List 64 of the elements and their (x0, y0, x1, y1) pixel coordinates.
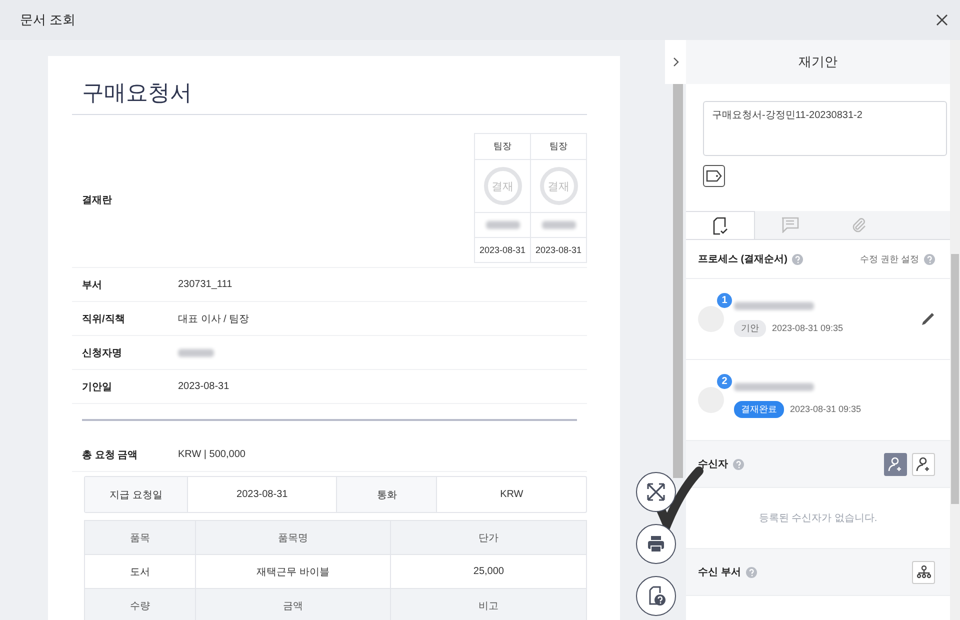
step-number: 2 (717, 374, 732, 389)
avatar-icon (698, 387, 724, 413)
table-cell: 품목 (85, 521, 195, 555)
step-time: 2023-08-31 09:35 (772, 323, 844, 333)
document-tab[interactable] (686, 211, 755, 239)
field-label: 결재란 (82, 194, 113, 207)
field-value: 2023-08-31 (178, 381, 230, 392)
table-cell: 품목명 (194, 521, 390, 555)
panel-title: 재기안 (798, 53, 838, 71)
add-person-icon (916, 456, 932, 472)
table-cell: KRW (436, 477, 586, 512)
table-cell: 비고 (390, 589, 586, 620)
document-check-icon (712, 216, 728, 234)
org-chart-icon (916, 565, 930, 579)
chevron-right-icon (672, 57, 678, 67)
pencil-icon[interactable] (921, 312, 935, 326)
approver-role: 팀장 (531, 134, 586, 160)
printer-icon (646, 534, 666, 554)
add-person-button[interactable] (912, 452, 935, 476)
redacted-name (486, 221, 520, 229)
section-title: 수신 부서 (698, 566, 741, 579)
status-badge: 결재완료 (734, 400, 784, 418)
table-cell: 단가 (390, 521, 586, 555)
expand-button[interactable] (636, 472, 676, 512)
field-label: 직위/직책 (82, 312, 126, 326)
empty-message: 등록된 수신자가 없습니다. (758, 512, 878, 525)
comment-icon (780, 217, 798, 233)
field-label: 총 요청 금액 (82, 448, 139, 462)
avatar-icon (698, 306, 724, 332)
close-icon[interactable] (936, 14, 948, 26)
table-cell: 수량 (85, 589, 195, 620)
permission-setting-link[interactable]: 수정 권한 설정 (860, 252, 919, 266)
table-cell: 지급 요청일 (85, 477, 187, 512)
field-value: 대표 이사 / 팀장 (178, 312, 250, 326)
document-title: 구매요청서 (72, 74, 587, 115)
expand-icon (646, 482, 666, 502)
section-title: 프로세스 (결재순서) (698, 253, 788, 266)
tag-button[interactable] (703, 165, 725, 187)
approval-stamp: 결재 (540, 167, 578, 205)
field-label: 부서 (82, 278, 103, 292)
status-badge: 기안 (734, 320, 766, 336)
scrollbar[interactable] (673, 84, 683, 478)
step-number: 1 (717, 293, 732, 308)
step-time: 2023-08-31 09:35 (790, 404, 862, 414)
add-person-icon (888, 456, 904, 472)
window-title: 문서 조회 (20, 11, 76, 29)
field-value: KRW | 500,000 (178, 449, 246, 460)
approval-stamp: 결재 (484, 167, 522, 205)
paperclip-icon (850, 217, 866, 233)
help-button[interactable] (636, 576, 676, 616)
approval-date: 2023-08-31 (534, 244, 583, 257)
tag-icon (706, 170, 722, 182)
table-cell: 통화 (336, 477, 436, 512)
section-title: 수신자 (698, 458, 728, 471)
field-value: 230731_111 (178, 279, 232, 290)
redacted-name (542, 221, 576, 229)
org-chart-button[interactable] (912, 560, 935, 584)
document-name-field[interactable]: 구매요청서-강정민11-20230831-2 (703, 101, 947, 156)
table-cell: 금액 (194, 589, 390, 620)
print-button[interactable] (636, 524, 676, 564)
approver-role: 팀장 (475, 134, 530, 160)
field-label: 기안일 (82, 380, 113, 394)
approval-date: 2023-08-31 (478, 244, 527, 257)
field-label: 신청자명 (82, 346, 123, 360)
